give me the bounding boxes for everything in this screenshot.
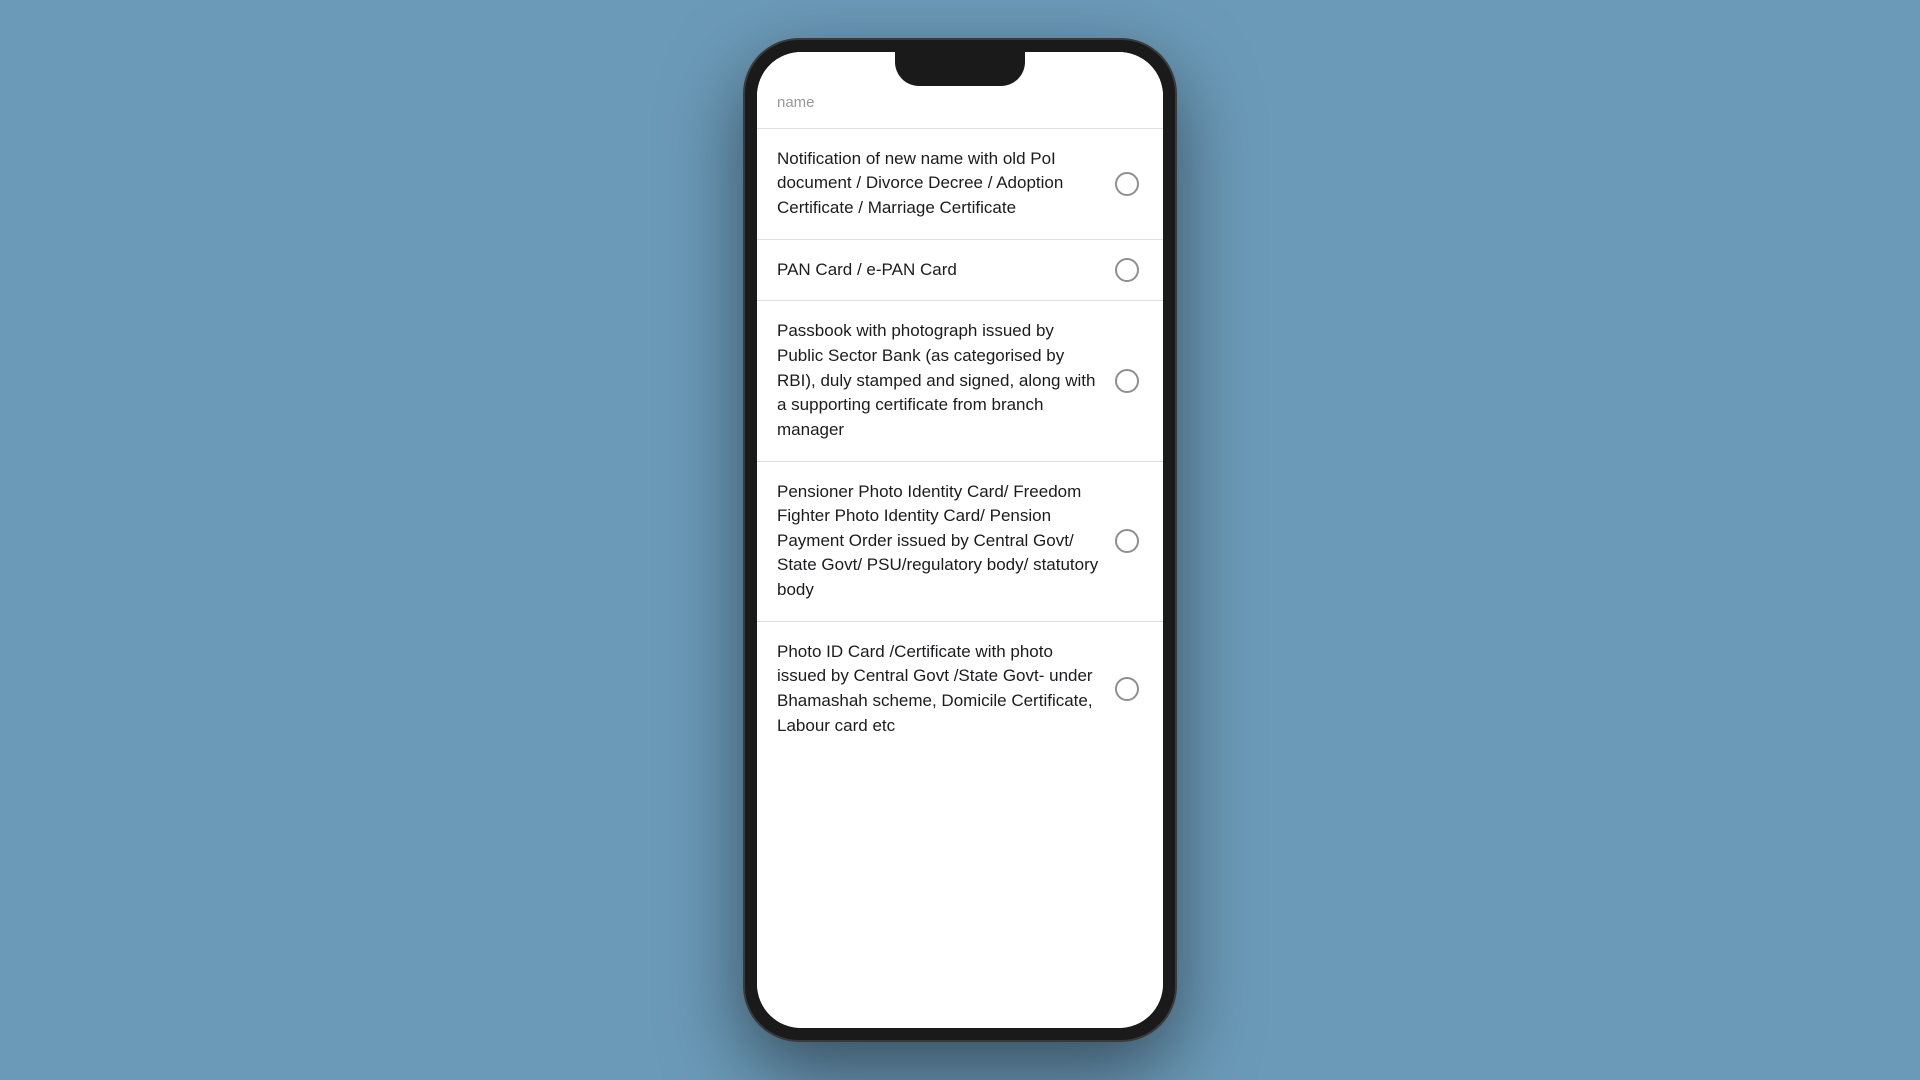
list-item-text: name <box>777 92 1123 114</box>
radio-button[interactable] <box>1115 258 1139 282</box>
list-item[interactable]: PAN Card / e-PAN Card <box>757 240 1163 302</box>
document-list: name Notification of new name with old P… <box>757 52 1163 756</box>
list-item-text: Photo ID Card /Certificate with photo is… <box>777 640 1099 739</box>
list-item[interactable]: Photo ID Card /Certificate with photo is… <box>757 622 1163 757</box>
phone-notch <box>895 52 1025 86</box>
radio-button[interactable] <box>1115 369 1139 393</box>
list-item-text: Pensioner Photo Identity Card/ Freedom F… <box>777 480 1099 603</box>
phone-screen: name Notification of new name with old P… <box>757 52 1163 1028</box>
list-item-text: Passbook with photograph issued by Publi… <box>777 319 1099 442</box>
list-item[interactable]: Passbook with photograph issued by Publi… <box>757 301 1163 461</box>
radio-button[interactable] <box>1115 529 1139 553</box>
list-item-text: PAN Card / e-PAN Card <box>777 258 1099 283</box>
screen-content: name Notification of new name with old P… <box>757 52 1163 1028</box>
list-item[interactable]: Pensioner Photo Identity Card/ Freedom F… <box>757 462 1163 622</box>
radio-button[interactable] <box>1115 172 1139 196</box>
radio-button[interactable] <box>1115 677 1139 701</box>
phone-container: name Notification of new name with old P… <box>745 40 1175 1040</box>
list-item-text: Notification of new name with old PoI do… <box>777 147 1099 221</box>
list-item[interactable]: Notification of new name with old PoI do… <box>757 129 1163 240</box>
